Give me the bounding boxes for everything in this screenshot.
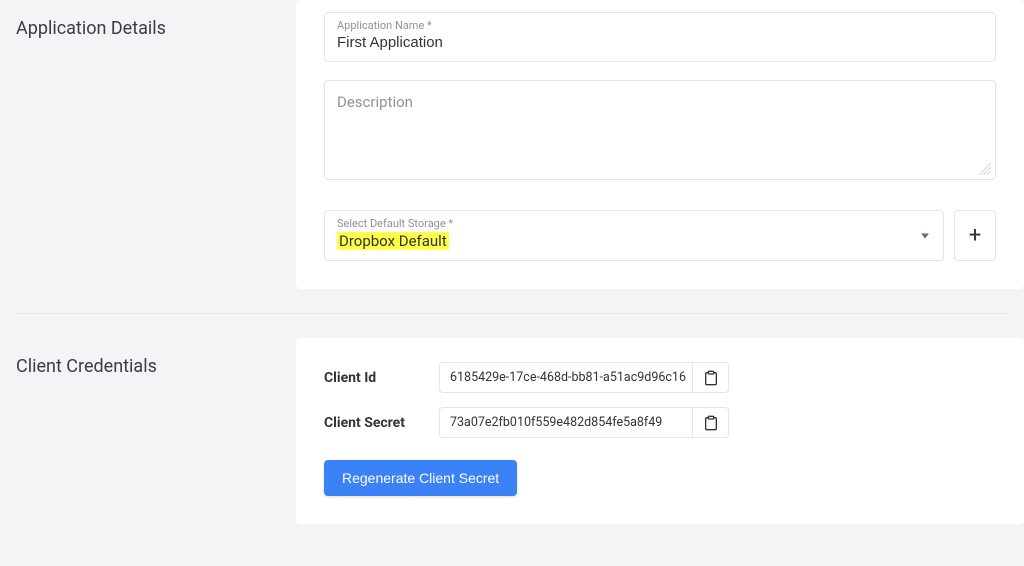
section-heading-app-details: Application Details — [16, 0, 296, 289]
client-id-value: 6185429e-17ce-468d-bb81-a51ac9d96c16 — [440, 363, 692, 392]
default-storage-value: Dropbox Default — [337, 232, 449, 250]
section-heading-credentials: Client Credentials — [16, 338, 296, 524]
clipboard-icon — [703, 370, 719, 386]
description-field[interactable]: Description — [324, 80, 996, 180]
plus-icon: + — [969, 223, 981, 248]
client-secret-value: 73a07e2fb010f559e482d854fe5a8f49 — [440, 408, 692, 437]
app-name-input[interactable] — [337, 34, 983, 51]
description-placeholder: Description — [337, 93, 413, 111]
default-storage-label: Select Default Storage * — [337, 217, 931, 230]
resize-handle-icon[interactable] — [977, 161, 991, 175]
app-name-field[interactable]: Application Name * — [324, 12, 996, 62]
copy-client-id-button[interactable] — [692, 363, 728, 392]
app-details-card: Application Name * Description Select De… — [296, 0, 1024, 289]
client-id-label: Client Id — [324, 370, 439, 386]
default-storage-select[interactable]: Select Default Storage * Dropbox Default — [324, 210, 944, 261]
regenerate-client-secret-button[interactable]: Regenerate Client Secret — [324, 460, 517, 496]
add-storage-button[interactable]: + — [954, 210, 996, 261]
app-name-label: Application Name * — [337, 19, 983, 32]
chevron-down-icon — [921, 233, 929, 238]
client-secret-label: Client Secret — [324, 415, 439, 431]
credentials-card: Client Id 6185429e-17ce-468d-bb81-a51ac9… — [296, 338, 1024, 524]
clipboard-icon — [703, 415, 719, 431]
copy-client-secret-button[interactable] — [692, 408, 728, 437]
section-divider — [16, 313, 1008, 314]
